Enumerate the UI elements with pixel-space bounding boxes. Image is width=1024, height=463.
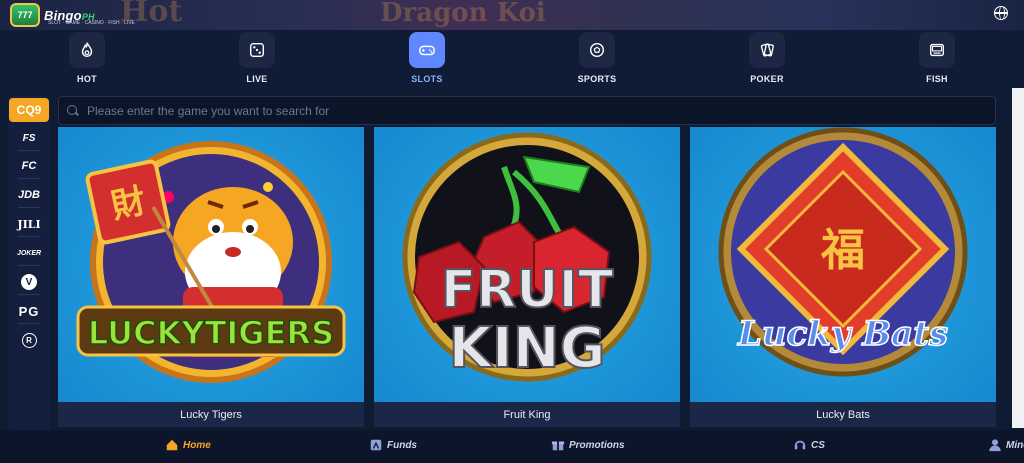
category-label: HOT [77, 74, 97, 84]
search-icon [67, 104, 79, 117]
gift-icon [551, 441, 565, 451]
game-card-lucky-tigers[interactable]: 財 LUCKYTIGERS Lucky Tigers [58, 127, 364, 427]
soccer-ball-icon [579, 32, 615, 68]
category-label: SPORTS [577, 74, 617, 84]
category-sports[interactable]: SPORTS [567, 32, 627, 84]
category-live[interactable]: LIVE [227, 32, 287, 84]
game-title: Lucky Bats [690, 402, 996, 427]
provider-fs[interactable]: FS [8, 127, 50, 149]
divider [18, 294, 40, 295]
game-thumbnail: FRUIT KING [374, 127, 680, 402]
divider [18, 150, 40, 151]
home-icon [166, 439, 178, 451]
banner-text-dragon-koi: Dragon Koi [380, 0, 546, 28]
provider-jdb[interactable]: JDB [8, 184, 50, 206]
divider [18, 265, 40, 266]
divider [18, 207, 40, 208]
category-fish[interactable]: FISH [907, 32, 967, 84]
category-slots[interactable]: SLOTS [397, 32, 457, 84]
gamepad-icon [409, 32, 445, 68]
provider-r-logo: R [21, 332, 37, 348]
category-nav: HOT LIVE SLOTS SPORTS POKER FISH [0, 30, 1024, 90]
fu-badge-text: 福 [820, 225, 865, 276]
provider-rail: CQ9 FS FC JDB JILI JOKER V PG R [8, 96, 50, 430]
provider-fc[interactable]: FC [8, 155, 50, 177]
lucky-tigers-logo: LUCKYTIGERS [88, 314, 334, 352]
user-icon [989, 439, 1001, 452]
provider-r[interactable]: R [8, 329, 50, 351]
provider-jili[interactable]: JILI [8, 213, 50, 235]
nav-label: CS [811, 439, 825, 451]
fruit-king-logo-line2: KING [448, 316, 605, 381]
nav-cs[interactable]: CS [793, 438, 825, 452]
search-input[interactable] [87, 103, 995, 118]
app-page: Hot Dragon Koi 777 BingoPH SLOT · GAME ·… [0, 0, 1024, 463]
divider [18, 236, 40, 237]
divider [18, 178, 40, 179]
fish-machine-icon [919, 32, 955, 68]
category-label: LIVE [246, 74, 268, 84]
category-label: SLOTS [411, 74, 443, 84]
game-search-bar [58, 96, 996, 125]
provider-joker[interactable]: JOKER [8, 242, 50, 264]
brand-logo[interactable]: 777 BingoPH SLOT · GAME · CASINO · FISH … [10, 3, 135, 27]
wallet-icon [370, 439, 382, 451]
category-label: POKER [750, 74, 784, 84]
bottom-nav: Home Funds Promotions CS Mine [0, 430, 1024, 463]
category-hot[interactable]: HOT [57, 32, 117, 84]
globe-icon[interactable] [994, 6, 1008, 20]
game-title: Fruit King [374, 402, 680, 427]
dice-icon [239, 32, 275, 68]
flame-icon [69, 32, 105, 68]
lucky-bats-logo: Lucky Bats [737, 314, 948, 354]
scrollbar-track[interactable] [1012, 88, 1024, 428]
top-banner: Hot Dragon Koi 777 BingoPH SLOT · GAME ·… [0, 0, 1024, 30]
nav-label: Promotions [569, 439, 625, 451]
logo-badge-icon: 777 [10, 3, 40, 27]
provider-cq9[interactable]: CQ9 [9, 98, 49, 122]
brand-tagline: SLOT · GAME · CASINO · FISH · LIVE [48, 20, 135, 26]
nav-label: Home [183, 439, 211, 451]
cards-icon [749, 32, 785, 68]
game-thumbnail: 福 Lucky Bats [690, 127, 996, 402]
headset-icon [794, 440, 806, 450]
divider [18, 323, 40, 324]
game-card-fruit-king[interactable]: FRUIT KING Fruit King [374, 127, 680, 427]
game-card-lucky-bats[interactable]: 福 Lucky Bats Lucky Bats [690, 127, 996, 427]
nav-mine[interactable]: Mine [988, 438, 1024, 452]
nav-funds[interactable]: Funds [369, 438, 417, 452]
fruit-king-logo-line1: FRUIT [441, 260, 614, 320]
provider-v[interactable]: V [8, 271, 50, 293]
category-label: FISH [926, 74, 948, 84]
nav-home[interactable]: Home [165, 438, 211, 452]
category-poker[interactable]: POKER [737, 32, 797, 84]
game-thumbnail: 財 LUCKYTIGERS [58, 127, 364, 402]
nav-promotions[interactable]: Promotions [551, 438, 625, 452]
nav-label: Funds [387, 439, 417, 451]
provider-v-logo: V [21, 274, 37, 290]
game-title: Lucky Tigers [58, 402, 364, 427]
nav-label: Mine [1006, 439, 1024, 451]
provider-pg[interactable]: PG [8, 300, 50, 322]
